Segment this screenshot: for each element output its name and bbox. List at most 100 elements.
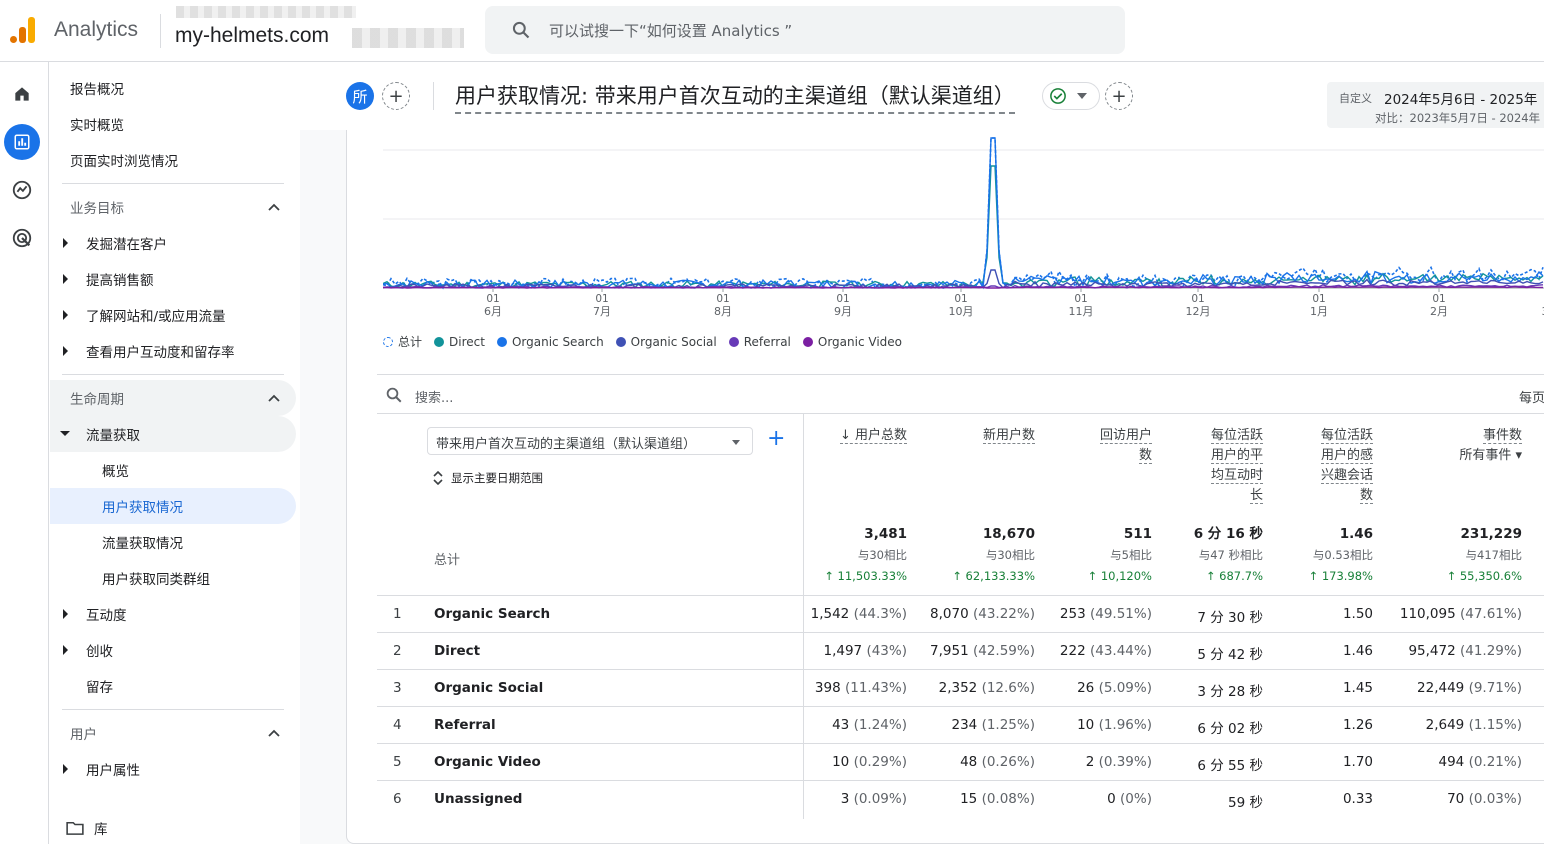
metric-value: 15 xyxy=(960,791,977,807)
row-dimension-value[interactable]: Organic Video xyxy=(434,754,541,770)
row-metric-cell: 2,352 (12.6%) xyxy=(939,680,1035,696)
legend-item[interactable]: Direct xyxy=(434,333,485,350)
row-metric-cell: 43 (1.24%) xyxy=(832,717,907,733)
explore-icon[interactable] xyxy=(4,172,40,208)
legend-swatch xyxy=(729,337,739,347)
metric-value: 234 xyxy=(952,717,978,733)
metric-value: 110,095 xyxy=(1400,606,1456,622)
legend-label: Direct xyxy=(449,335,485,349)
legend-item[interactable]: Organic Search xyxy=(497,333,604,350)
nav-item-acquisition[interactable]: 流量获取 xyxy=(50,416,296,452)
legend-item[interactable]: Organic Social xyxy=(616,333,717,350)
nav-item-user-acquisition[interactable]: 用户获取情况 xyxy=(50,488,296,524)
column-total: 18,670与30相比↑ 62,133.33% xyxy=(935,524,1035,587)
nav-item-label: 库 xyxy=(94,818,108,838)
metric-share: (1.96%) xyxy=(1094,717,1152,733)
nav-item-monetization[interactable]: 创收 xyxy=(50,632,296,668)
column-total: 1.46与0.53相比↑ 173.98% xyxy=(1293,524,1373,587)
nav-item-engagement-retention[interactable]: 查看用户互动度和留存率 xyxy=(50,333,296,369)
nav-item-engagement[interactable]: 互动度 xyxy=(50,596,296,632)
add-filter-button[interactable]: + xyxy=(1105,82,1133,110)
total-value: 6 分 16 秒 xyxy=(1183,524,1263,545)
comparison-avatar[interactable]: 所 xyxy=(346,82,374,110)
rows-per-page-label[interactable]: 每页 xyxy=(1519,387,1544,406)
nav-section-business-objectives[interactable]: 业务目标 xyxy=(50,189,296,225)
nav-item-traffic-acquisition[interactable]: 流量获取情况 xyxy=(50,524,296,560)
advertising-icon[interactable] xyxy=(4,220,40,256)
nav-item-understand-traffic[interactable]: 了解网站和/或应用流量 xyxy=(50,297,296,333)
legend-item[interactable]: Organic Video xyxy=(803,333,902,350)
main-content: 所 + 用户获取情况: 带来用户首次互动的主渠道组（默认渠道组） + 自定义 2… xyxy=(300,62,1544,844)
column-header[interactable]: 事件数所有事件 ▾ xyxy=(1402,426,1522,466)
nav-realtime-pages[interactable]: 页面实时浏览情况 xyxy=(50,142,296,178)
date-range-picker[interactable]: 自定义 2024年5月6日 - 2025年 对比：2023年5月7日 - 202… xyxy=(1327,82,1544,128)
metric-value: 222 xyxy=(1060,643,1086,659)
metric-value: 7,951 xyxy=(930,643,969,659)
x-tick-day: 01 xyxy=(716,293,729,305)
analytics-logo-icon[interactable] xyxy=(8,15,38,45)
dimension-label: 带来用户首次互动的主渠道组（默认渠道组） xyxy=(436,437,696,452)
legend-item[interactable]: 总计 xyxy=(383,333,422,350)
column-header[interactable]: 每位活跃用户的平均互动时长 xyxy=(1183,426,1263,506)
column-header-label: 每位活跃 xyxy=(1211,428,1263,444)
add-comparison-button[interactable]: + xyxy=(382,82,410,110)
nav-realtime-overview[interactable]: 实时概览 xyxy=(50,106,296,142)
caret-down-icon xyxy=(1077,93,1087,99)
property-selector[interactable]: my-helmets.com xyxy=(175,24,329,48)
metric-share: (47.61%) xyxy=(1456,606,1522,622)
table-search-bar[interactable]: 搜索... 每页 xyxy=(377,374,1544,414)
table-row[interactable]: 4Referral43 (1.24%)234 (1.25%)10 (1.96%)… xyxy=(377,706,1544,743)
table-row[interactable]: 1Organic Search1,542 (44.3%)8,070 (43.22… xyxy=(377,595,1544,632)
nav-item-acquisition-overview[interactable]: 概览 xyxy=(50,452,296,488)
nav-item-label: 提高销售额 xyxy=(86,269,154,289)
row-metric-cell: 7,951 (42.59%) xyxy=(930,643,1035,659)
column-total: 231,229与417相比↑ 55,350.6% xyxy=(1402,524,1522,587)
total-change: ↑ 55,350.6% xyxy=(1402,566,1522,587)
show-primary-range-toggle[interactable]: 显示主要日期范围 xyxy=(433,470,543,486)
total-change: ↑ 687.7% xyxy=(1183,566,1263,587)
total-value: 3,481 xyxy=(797,524,907,545)
row-dimension-value[interactable]: Referral xyxy=(434,717,496,733)
table-row[interactable]: 2Direct1,497 (43%)7,951 (42.59%)222 (43.… xyxy=(377,632,1544,669)
nav-section-lifecycle[interactable]: 生命周期 xyxy=(50,380,296,416)
nav-item-retention[interactable]: 留存 xyxy=(50,668,296,704)
report-title[interactable]: 用户获取情况: 带来用户首次互动的主渠道组（默认渠道组） xyxy=(455,80,1015,114)
nav-section-user[interactable]: 用户 xyxy=(50,715,296,751)
row-metric-cell: 494 (0.21%) xyxy=(1439,754,1523,770)
row-dimension-value[interactable]: Organic Search xyxy=(434,606,550,622)
metric-share: (5.09%) xyxy=(1094,680,1152,696)
nav-item-library[interactable]: 库 xyxy=(50,810,296,846)
metric-share: (1.25%) xyxy=(977,717,1035,733)
report-status-menu[interactable] xyxy=(1042,82,1100,110)
column-header[interactable]: ↓ 用户总数 xyxy=(797,426,907,446)
nav-item-user-attributes[interactable]: 用户属性 xyxy=(50,751,296,787)
series-line-1 xyxy=(383,166,1543,288)
column-header[interactable]: 新用户数 xyxy=(935,426,1035,446)
row-dimension-value[interactable]: Unassigned xyxy=(434,791,522,807)
table-row[interactable]: 3Organic Social398 (11.43%)2,352 (12.6%)… xyxy=(377,669,1544,706)
nav-item-generate-leads[interactable]: 发掘潜在客户 xyxy=(50,225,296,261)
search-bar[interactable]: 可以试搜一下“如何设置 Analytics ” xyxy=(485,6,1125,54)
metric-share: (43.44%) xyxy=(1086,643,1152,659)
nav-item-drive-sales[interactable]: 提高销售额 xyxy=(50,261,296,297)
x-tick-month: 7月 xyxy=(593,305,611,318)
reports-icon[interactable] xyxy=(4,124,40,160)
total-compare: 与47 秒相比 xyxy=(1183,545,1263,566)
add-dimension-button[interactable]: + xyxy=(767,426,785,451)
row-dimension-value[interactable]: Organic Social xyxy=(434,680,543,696)
column-header[interactable]: 每位活跃用户的感兴趣会话数 xyxy=(1293,426,1373,506)
dimension-selector[interactable]: 带来用户首次互动的主渠道组（默认渠道组） xyxy=(427,427,753,455)
row-dimension-value[interactable]: Direct xyxy=(434,643,480,659)
home-icon[interactable] xyxy=(4,76,40,112)
nav-item-user-acquisition-cohort[interactable]: 用户获取同类群组 xyxy=(50,560,296,596)
column-header-label: 均互动时 xyxy=(1211,468,1263,484)
table-row[interactable]: 5Organic Video10 (0.29%)48 (0.26%)2 (0.3… xyxy=(377,743,1544,780)
nav-divider xyxy=(62,709,284,710)
nav-reports-snapshot[interactable]: 报告概况 xyxy=(50,70,296,106)
legend-item[interactable]: Referral xyxy=(729,333,791,350)
column-header[interactable]: 回访用户数 xyxy=(1072,426,1152,466)
legend-label: Organic Video xyxy=(818,335,902,349)
x-tick-day: 01 xyxy=(836,293,849,305)
table-row[interactable]: 6Unassigned3 (0.09%)15 (0.08%)0 (0%)59 秒… xyxy=(377,780,1544,817)
row-metric-cell: 10 (1.96%) xyxy=(1077,717,1152,733)
